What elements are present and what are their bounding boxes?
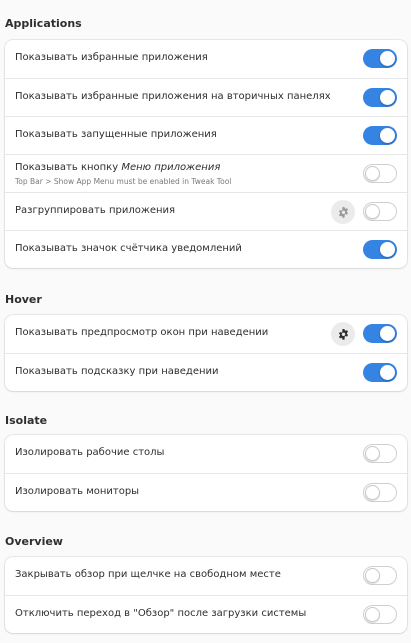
gear-icon <box>338 206 348 218</box>
window-previews-settings-button[interactable] <box>331 322 355 346</box>
row-isolate-monitors[interactable]: Изолировать мониторы <box>5 473 407 511</box>
notification-badge-toggle[interactable] <box>363 240 397 259</box>
isolate-monitors-toggle[interactable] <box>363 483 397 502</box>
toggle-knob <box>380 242 395 257</box>
row-ungroup-apps[interactable]: Разгруппировать приложения <box>5 192 407 230</box>
overview-card: Закрывать обзор при щелчке на свободном … <box>5 557 407 633</box>
row-label: Показывать избранные приложения на втори… <box>15 91 331 102</box>
toggle-knob <box>380 90 395 105</box>
show-favorites-toggle[interactable] <box>363 49 397 68</box>
row-close-overview-click[interactable]: Закрывать обзор при щелчке на свободном … <box>5 557 407 595</box>
toggle-knob <box>365 204 380 219</box>
row-disable-overview-startup[interactable]: Отключить переход в "Обзор" после загруз… <box>5 595 407 633</box>
toggle-knob <box>365 607 380 622</box>
row-label: Закрывать обзор при щелчке на свободном … <box>15 569 281 580</box>
row-label: Показывать избранные приложения <box>15 52 208 63</box>
toggle-knob <box>365 568 380 583</box>
toggle-knob <box>365 166 380 181</box>
row-isolate-workspaces[interactable]: Изолировать рабочие столы <box>5 435 407 473</box>
toggle-knob <box>380 365 395 380</box>
row-subtitle: Top Bar > Show App Menu must be enabled … <box>15 177 232 186</box>
toggle-knob <box>365 446 380 461</box>
applications-card: Показывать избранные приложения Показыва… <box>5 40 407 268</box>
gear-icon <box>338 328 348 340</box>
show-app-menu-toggle[interactable] <box>363 164 397 183</box>
row-show-favorites-secondary[interactable]: Показывать избранные приложения на втори… <box>5 78 407 116</box>
section-title-applications: Applications <box>5 17 82 30</box>
hover-card: Показывать предпросмотр окон при наведен… <box>5 315 407 391</box>
settings-page: Applications Показывать избранные прилож… <box>0 0 411 643</box>
toggle-knob <box>380 326 395 341</box>
ungroup-apps-toggle[interactable] <box>363 202 397 221</box>
row-label: Показывать подсказку при наведении <box>15 366 219 377</box>
row-label: Показывать предпросмотр окон при наведен… <box>15 327 269 338</box>
window-previews-toggle[interactable] <box>363 324 397 343</box>
close-overview-click-toggle[interactable] <box>363 566 397 585</box>
show-running-toggle[interactable] <box>363 126 397 145</box>
row-show-running[interactable]: Показывать запущенные приложения <box>5 116 407 154</box>
row-label: Изолировать рабочие столы <box>15 447 165 458</box>
section-title-isolate: Isolate <box>5 414 48 427</box>
toggle-knob <box>380 128 395 143</box>
row-label: Изолировать мониторы <box>15 486 140 497</box>
row-label-prefix: Показывать кнопку <box>15 162 122 173</box>
toggle-knob <box>365 485 380 500</box>
section-title-overview: Overview <box>5 535 63 548</box>
disable-overview-startup-toggle[interactable] <box>363 605 397 624</box>
isolate-card: Изолировать рабочие столы Изолировать мо… <box>5 435 407 511</box>
section-title-hover: Hover <box>5 293 42 306</box>
row-label-italic: Меню приложения <box>121 162 221 173</box>
toggle-knob <box>380 51 395 66</box>
row-hover-tooltip[interactable]: Показывать подсказку при наведении <box>5 353 407 391</box>
ungroup-settings-button[interactable] <box>331 200 355 224</box>
row-label: Разгруппировать приложения <box>15 205 176 216</box>
row-show-app-menu[interactable]: Показывать кнопку Меню приложения Top Ba… <box>5 154 407 192</box>
isolate-workspaces-toggle[interactable] <box>363 444 397 463</box>
row-notification-badge[interactable]: Показывать значок счётчика уведомлений <box>5 230 407 268</box>
row-show-favorites[interactable]: Показывать избранные приложения <box>5 40 407 78</box>
hover-tooltip-toggle[interactable] <box>363 363 397 382</box>
show-favorites-secondary-toggle[interactable] <box>363 88 397 107</box>
row-label: Отключить переход в "Обзор" после загруз… <box>15 608 307 619</box>
row-label: Показывать кнопку Меню приложения <box>15 162 220 173</box>
row-label: Показывать запущенные приложения <box>15 129 217 140</box>
row-window-previews[interactable]: Показывать предпросмотр окон при наведен… <box>5 315 407 353</box>
row-label: Показывать значок счётчика уведомлений <box>15 243 242 254</box>
